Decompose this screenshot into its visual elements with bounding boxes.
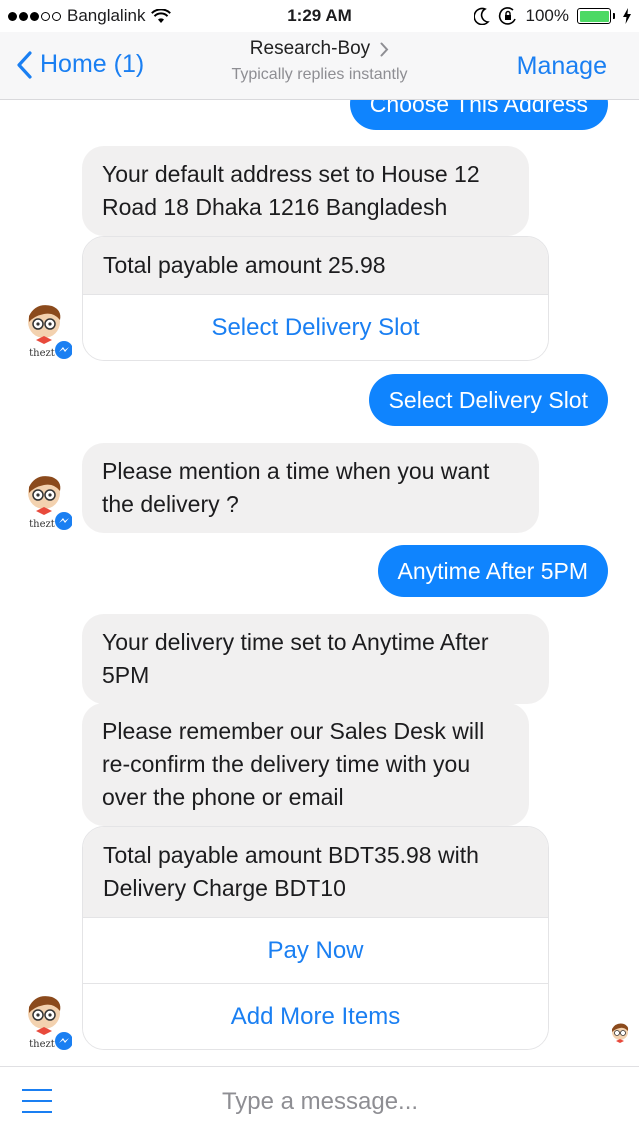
moon-icon xyxy=(473,7,490,25)
outgoing-message: Select Delivery Slot xyxy=(368,374,608,426)
status-left: Banglalink xyxy=(8,6,172,26)
message-thread[interactable]: Choose This Address Your default address… xyxy=(0,100,639,1066)
signal-strength-icon xyxy=(8,11,61,21)
nav-bar: Home (1) Research-Boy Typically replies … xyxy=(0,32,639,100)
add-more-items-button[interactable]: Add More Items xyxy=(83,983,548,1049)
conversation-title[interactable]: Research-Boy xyxy=(250,38,389,60)
carrier-name: Banglalink xyxy=(67,6,146,25)
card-text: Total payable amount 25.98 xyxy=(83,237,548,294)
messenger-badge-icon xyxy=(55,512,72,530)
battery-percent: 100% xyxy=(525,6,569,25)
seen-indicator-avatar xyxy=(612,1023,629,1043)
message-card: Total payable amount 25.98 Select Delive… xyxy=(82,236,549,361)
status-bar: Banglalink 1:29 AM 100% xyxy=(0,0,639,32)
outgoing-message: Anytime After 5PM xyxy=(377,545,608,597)
svg-text:thezt: thezt xyxy=(29,1039,55,1050)
back-label: Home (1) xyxy=(40,50,145,78)
incoming-message: Please remember our Sales Desk will re-c… xyxy=(82,703,529,826)
chevron-left-icon xyxy=(17,50,32,79)
incoming-message: Your default address set to House 12 Roa… xyxy=(82,146,529,236)
messenger-badge-icon xyxy=(55,341,72,359)
manage-button[interactable]: Manage xyxy=(517,52,607,81)
outgoing-message: Choose This Address xyxy=(349,100,608,130)
message-input[interactable] xyxy=(90,1079,550,1125)
wifi-icon xyxy=(151,8,172,23)
status-right: 100% xyxy=(473,6,631,26)
bot-avatar: thezt xyxy=(28,476,72,530)
bot-avatar: thezt xyxy=(28,996,72,1050)
incoming-message: Please mention a time when you want the … xyxy=(82,443,539,533)
hamburger-menu-icon[interactable] xyxy=(22,1089,52,1113)
message-card: Total payable amount BDT35.98 with Deliv… xyxy=(82,826,549,1050)
charging-icon xyxy=(623,8,631,24)
card-text: Total payable amount BDT35.98 with Deliv… xyxy=(83,827,548,917)
select-delivery-slot-button[interactable]: Select Delivery Slot xyxy=(83,294,548,360)
chevron-right-icon xyxy=(380,42,389,56)
bot-avatar: thezt xyxy=(28,305,72,359)
back-button[interactable]: Home (1) xyxy=(16,50,144,79)
composer xyxy=(0,1066,639,1136)
contact-name: Research-Boy xyxy=(249,38,371,59)
svg-text:thezt: thezt xyxy=(29,519,55,530)
pay-now-button[interactable]: Pay Now xyxy=(83,917,548,983)
messenger-badge-icon xyxy=(55,1032,72,1050)
battery-icon xyxy=(577,8,615,24)
svg-text:thezt: thezt xyxy=(29,348,55,359)
incoming-message: Your delivery time set to Anytime After … xyxy=(82,614,549,704)
orientation-lock-icon xyxy=(498,7,516,25)
